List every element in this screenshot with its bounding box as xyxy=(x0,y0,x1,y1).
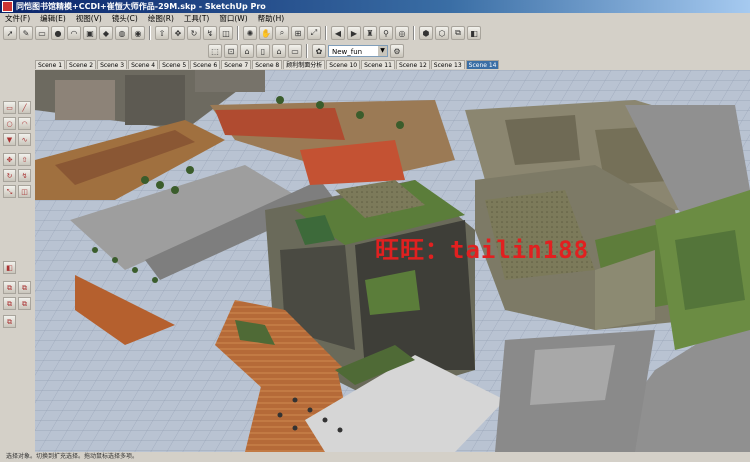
scene-tab-active[interactable]: Scene 14 xyxy=(465,60,500,69)
style-dropdown[interactable]: New_fun ▼ xyxy=(328,45,388,57)
outliner-icon[interactable]: ⧉ xyxy=(18,281,31,294)
style-dropdown-value: New_fun xyxy=(332,48,363,56)
move-icon[interactable]: ✥ xyxy=(3,153,16,166)
zoom-icon[interactable]: ⌕ xyxy=(275,26,289,40)
position-camera-icon[interactable]: ♜ xyxy=(363,26,377,40)
front-view-icon[interactable]: ⌂ xyxy=(240,44,254,58)
group-icon[interactable]: ⧉ xyxy=(3,297,16,310)
menu-bar: 文件(F) 编辑(E) 视图(V) 镜头(C) 绘图(R) 工具(T) 窗口(W) 帮助(H) xyxy=(0,13,750,24)
component-icon[interactable]: ⧉ xyxy=(18,297,31,310)
eraser-icon[interactable]: ◆ xyxy=(99,26,113,40)
scene-tab[interactable]: Scene 12 xyxy=(395,60,430,69)
status-text: 选择对象。切换到扩充选择。拖动鼠标选择多项。 xyxy=(6,453,139,460)
menu-tools[interactable]: 工具(T) xyxy=(179,13,214,24)
tape-measure-icon[interactable]: ◍ xyxy=(115,26,129,40)
scene-tab[interactable]: Scene 1 xyxy=(35,60,66,69)
menu-camera[interactable]: 镜头(C) xyxy=(107,13,143,24)
scene-tab[interactable]: Scene 3 xyxy=(97,60,128,69)
menu-edit[interactable]: 编辑(E) xyxy=(35,13,71,24)
zoom-extents-icon[interactable]: ⤢ xyxy=(307,26,321,40)
offset-icon[interactable]: ◫ xyxy=(18,185,31,198)
top-view-icon[interactable]: ⊡ xyxy=(224,44,238,58)
paint-bucket-icon[interactable]: ◉ xyxy=(131,26,145,40)
watermark-text: 旺旺：tailin188 xyxy=(375,236,590,264)
arc-icon[interactable]: ◠ xyxy=(18,117,31,130)
previous-view-icon[interactable]: ◀ xyxy=(331,26,345,40)
offset-icon[interactable]: ◫ xyxy=(219,26,233,40)
title-bar: 同恺图书馆精模+CCDI+崔愷大师作品-29M.skp - SketchUp P… xyxy=(0,0,750,13)
scene-tab[interactable]: Scene 6 xyxy=(190,60,221,69)
scene-tab[interactable]: Scene 4 xyxy=(128,60,159,69)
zoom-window-icon[interactable]: ⊞ xyxy=(291,26,305,40)
scene-tab[interactable]: Scene 8 xyxy=(252,60,283,69)
pencil-icon[interactable]: ✎ xyxy=(19,26,33,40)
style-settings-icon[interactable]: ⚙ xyxy=(390,44,404,58)
select-arrow-icon[interactable]: ➚ xyxy=(3,26,17,40)
scene-tabs: Scene 1 Scene 2 Scene 3 Scene 4 Scene 5 … xyxy=(35,60,500,69)
right-view-icon[interactable]: ▯ xyxy=(256,44,270,58)
follow-me-icon[interactable]: ↯ xyxy=(18,169,31,182)
scale-icon[interactable]: ⤡ xyxy=(3,185,16,198)
section-plane-icon[interactable]: ◧ xyxy=(3,261,16,274)
sketchup-app-icon xyxy=(2,1,13,12)
scene-tab[interactable]: Scene 11 xyxy=(361,60,395,69)
left-view-icon[interactable]: ▭ xyxy=(288,44,302,58)
arc-icon[interactable]: ◠ xyxy=(67,26,81,40)
left-toolbar: ▭ ╱ ○ ◠ ▼ ∿ ✥ ⇧ ↻ ↯ ⤡ ◫ ◧ ⧉ ⧉ ⧉ ⧉ ⧉ xyxy=(0,70,34,452)
walk-icon[interactable]: ⚲ xyxy=(379,26,393,40)
iso-view-icon[interactable]: ⬚ xyxy=(208,44,222,58)
menu-file[interactable]: 文件(F) xyxy=(0,13,35,24)
main-toolbar: ➚ ✎ ▭ ● ◠ ▣ ◆ ◍ ◉ ⇧ ✥ ↻ ↯ ◫ ✺ ✋ ⌕ ⊞ ⤢ ◀ … xyxy=(0,24,750,42)
layer-icon[interactable]: ⧉ xyxy=(3,281,16,294)
menu-help[interactable]: 帮助(H) xyxy=(253,13,290,24)
scene-tab[interactable]: Scene 10 xyxy=(326,60,361,69)
share-model-icon[interactable]: ⬡ xyxy=(435,26,449,40)
3d-viewport[interactable]: 旺旺：tailin188 xyxy=(35,70,750,452)
entity-info-icon[interactable]: ⧉ xyxy=(3,315,16,328)
pencil-icon[interactable]: ╱ xyxy=(18,101,31,114)
push-pull-icon[interactable]: ⇧ xyxy=(155,26,169,40)
rectangle-icon[interactable]: ▭ xyxy=(3,101,16,114)
scene-tab[interactable]: Scene 13 xyxy=(430,60,465,69)
follow-me-icon[interactable]: ↯ xyxy=(203,26,217,40)
styles-icon[interactable]: ◧ xyxy=(467,26,481,40)
menu-view[interactable]: 视图(V) xyxy=(71,13,107,24)
rectangle-icon[interactable]: ▭ xyxy=(35,26,49,40)
circle-icon[interactable]: ○ xyxy=(3,117,16,130)
chevron-down-icon: ▼ xyxy=(378,46,387,56)
scene-tab[interactable]: Scene 5 xyxy=(159,60,190,69)
menu-window[interactable]: 窗口(W) xyxy=(214,13,252,24)
get-models-icon[interactable]: ⬢ xyxy=(419,26,433,40)
pan-icon[interactable]: ✋ xyxy=(259,26,273,40)
push-pull-icon[interactable]: ⇧ xyxy=(18,153,31,166)
scene-tab[interactable]: 顾利制面分析 xyxy=(283,60,326,69)
components-icon[interactable]: ⧉ xyxy=(451,26,465,40)
freehand-icon[interactable]: ∿ xyxy=(18,133,31,146)
back-view-icon[interactable]: ⌂ xyxy=(272,44,286,58)
window-title: 同恺图书馆精模+CCDI+崔愷大师作品-29M.skp - SketchUp P… xyxy=(16,2,266,11)
views-toolbar: ⬚ ⊡ ⌂ ▯ ⌂ ▭ ✿ New_fun ▼ ⚙ xyxy=(205,42,455,60)
look-around-icon[interactable]: ◎ xyxy=(395,26,409,40)
move-icon[interactable]: ✥ xyxy=(171,26,185,40)
next-view-icon[interactable]: ▶ xyxy=(347,26,361,40)
style-icon[interactable]: ✿ xyxy=(312,44,326,58)
rotate-icon[interactable]: ↻ xyxy=(3,169,16,182)
make-component-icon[interactable]: ▣ xyxy=(83,26,97,40)
orbit-icon[interactable]: ✺ xyxy=(243,26,257,40)
circle-icon[interactable]: ● xyxy=(51,26,65,40)
status-bar: 选择对象。切换到扩充选择。拖动鼠标选择多项。 xyxy=(0,452,750,462)
rotate-icon[interactable]: ↻ xyxy=(187,26,201,40)
menu-draw[interactable]: 绘图(R) xyxy=(143,13,179,24)
polygon-icon[interactable]: ▼ xyxy=(3,133,16,146)
scene-tab[interactable]: Scene 7 xyxy=(221,60,252,69)
scene-tab[interactable]: Scene 2 xyxy=(66,60,97,69)
